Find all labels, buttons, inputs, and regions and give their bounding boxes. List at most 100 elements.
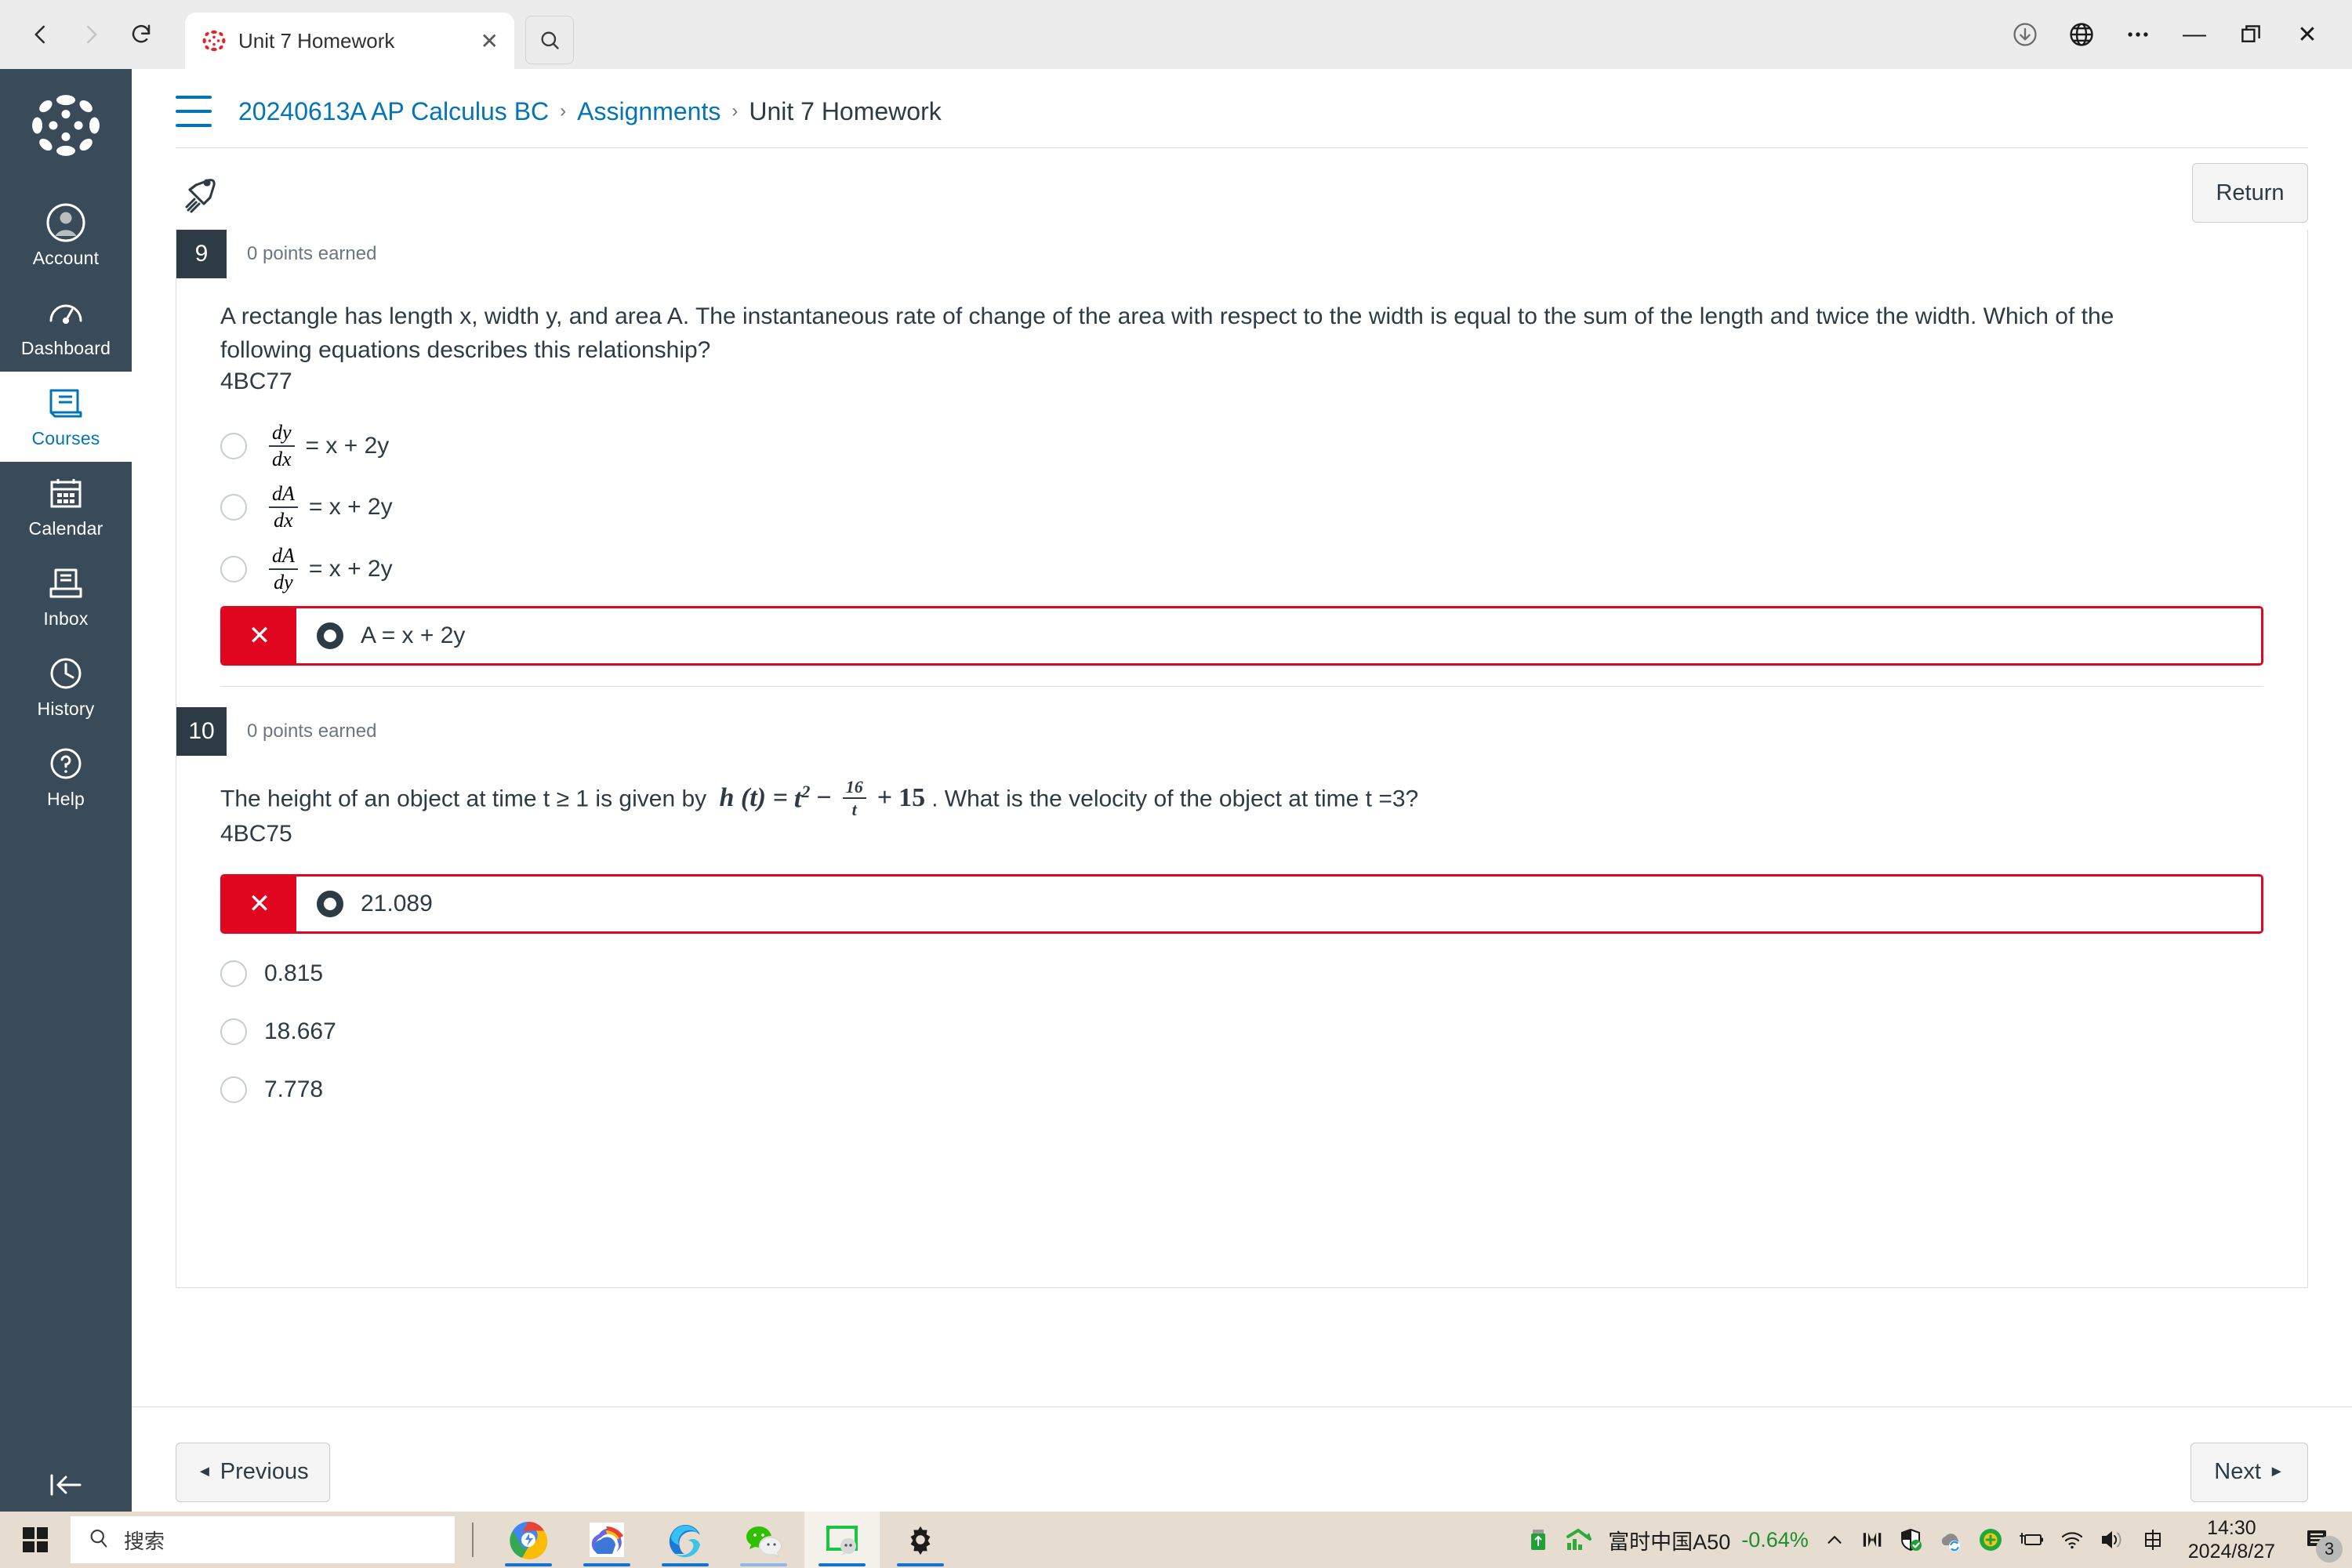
browser-tab[interactable]: Unit 7 Homework ✕ [185, 13, 514, 69]
app-running-indicator [818, 1563, 866, 1566]
radio-button[interactable] [220, 433, 247, 460]
sidebar-item-account[interactable]: Account [0, 191, 132, 281]
page-content: 20240613A AP Calculus BC › Assignments ›… [132, 69, 2352, 1537]
stock-chart-icon [1566, 1524, 1597, 1556]
option-math: dA dy = x + 2y [264, 544, 393, 593]
answer-option[interactable]: dA dx = x + 2y [220, 483, 2263, 532]
usb-drive-icon[interactable] [1525, 1526, 1552, 1553]
hamburger-menu-icon[interactable] [176, 96, 212, 127]
close-button[interactable]: ✕ [2283, 10, 2332, 59]
windows-start-icon[interactable] [0, 1512, 71, 1568]
return-button[interactable]: Return [2192, 163, 2308, 223]
rocket-icon[interactable] [176, 168, 226, 218]
green-safe-icon[interactable] [1978, 1527, 2003, 1552]
reload-button[interactable] [119, 13, 163, 56]
sidebar-item-history[interactable]: History [0, 642, 132, 732]
radio-button[interactable] [220, 555, 247, 583]
sidebar-item-label: Courses [31, 428, 100, 448]
taskbar-search-input[interactable]: 搜索 [71, 1516, 455, 1563]
download-icon[interactable] [2001, 10, 2049, 59]
formula-term-1: t2 [793, 781, 811, 813]
sidebar-item-courses[interactable]: Courses [0, 372, 132, 462]
settings-gear-app-icon[interactable] [883, 1512, 958, 1568]
notification-icon[interactable]: 3 [2297, 1519, 2343, 1563]
clock-time: 14:30 [2207, 1516, 2256, 1539]
security-shield-icon[interactable] [1898, 1527, 1923, 1552]
stock-ticker[interactable]: 富时中国A50 -0.64% [1566, 1524, 1809, 1556]
answer-option-selected-incorrect[interactable]: ✕ 21.089 [220, 874, 2263, 935]
taskbar-app-list [491, 1512, 958, 1568]
option-right-hand-side: = x + 2y [308, 494, 393, 521]
radio-button[interactable] [220, 960, 247, 988]
radio-button[interactable] [220, 494, 247, 521]
sidebar-item-inbox[interactable]: Inbox [0, 552, 132, 642]
onedrive-sync-icon[interactable] [1937, 1527, 1964, 1552]
minimize-button[interactable]: — [2170, 10, 2219, 59]
question-block: 9 0 points earned A rectangle has length… [176, 230, 2307, 666]
window-controls: — ✕ [2001, 10, 2352, 59]
radio-button[interactable] [220, 1018, 247, 1046]
weather-app-icon[interactable] [569, 1512, 644, 1568]
answer-option[interactable]: dA dy = x + 2y [220, 544, 2263, 593]
show-hidden-icons-chevron[interactable] [1823, 1528, 1846, 1552]
answer-options: dy dx = x + 2y dA dx = x + 2y dA dy = x … [220, 422, 2263, 666]
globe-icon[interactable] [2057, 10, 2106, 59]
previous-label: Previous [220, 1459, 309, 1484]
volume-icon[interactable] [2099, 1528, 2125, 1552]
next-button[interactable]: Next ► [2190, 1442, 2308, 1502]
app-running-indicator [662, 1563, 709, 1566]
tab-close-icon[interactable]: ✕ [481, 28, 499, 54]
sidebar-item-calendar[interactable]: Calendar [0, 462, 132, 552]
fraction-numerator: dA [269, 483, 298, 509]
more-options-icon[interactable] [2114, 10, 2162, 59]
answer-option[interactable]: 0.815 [220, 951, 2263, 996]
edge-app-icon[interactable] [648, 1512, 723, 1568]
system-tray: 富时中国A50 -0.64% 14:30 2024/8/27 3 [1525, 1516, 2352, 1564]
answer-option[interactable]: dy dx = x + 2y [220, 422, 2263, 470]
back-button[interactable] [19, 13, 63, 56]
monitor-icon[interactable] [1860, 1528, 1884, 1552]
battery-charging-icon[interactable] [2017, 1528, 2045, 1552]
sidebar-item-help[interactable]: Help [0, 732, 132, 822]
windows-taskbar: 搜索 富时中国A50 -0.64% 14:30 2024/8/27 3 [0, 1512, 2352, 1568]
taskbar-clock[interactable]: 14:30 2024/8/27 [2180, 1516, 2283, 1564]
sidebar-item-dashboard[interactable]: Dashboard [0, 281, 132, 372]
answer-options: ✕ 21.089 0.815 18.667 7.778 [220, 874, 2263, 1112]
breadcrumb-separator: › [731, 100, 739, 122]
notification-count-badge: 3 [2316, 1536, 2343, 1563]
clock-history-icon [45, 653, 86, 694]
selected-answer-body: A = x + 2y [296, 608, 2261, 663]
question-divider [220, 685, 2263, 687]
question-code: 4BC75 [220, 821, 292, 848]
answer-option-selected-incorrect[interactable]: ✕ A = x + 2y [220, 605, 2263, 666]
previous-button[interactable]: ◄ Previous [176, 1442, 330, 1502]
collapse-left-icon[interactable] [34, 1460, 97, 1510]
radio-button-selected[interactable] [317, 622, 343, 649]
breadcrumb-assignments-link[interactable]: Assignments [577, 97, 720, 126]
help-question-icon [45, 743, 86, 784]
radio-button[interactable] [220, 1076, 247, 1104]
taskbar-divider [472, 1523, 474, 1557]
fraction: dy dx [269, 422, 295, 470]
canvas-logo[interactable] [28, 88, 103, 163]
courses-book-icon [45, 383, 86, 423]
wechat-app-icon[interactable] [726, 1512, 801, 1568]
breadcrumb-course-link[interactable]: 20240613A AP Calculus BC [238, 97, 549, 126]
restore-window-icon[interactable] [2227, 10, 2275, 59]
wifi-icon[interactable] [2060, 1528, 2085, 1552]
formula-fraction: 16 t [842, 777, 866, 820]
question-block: 10 0 points earned The height of an obje… [176, 706, 2307, 1113]
canvas-global-nav: Account Dashboard Courses Calendar Inbox… [0, 69, 132, 1537]
fraction-denominator: t [851, 800, 857, 820]
answer-option[interactable]: 7.778 [220, 1067, 2263, 1112]
stock-name: 富时中国A50 [1608, 1530, 1731, 1554]
answer-option[interactable]: 18.667 [220, 1009, 2263, 1054]
radio-button-selected[interactable] [317, 891, 343, 918]
ime-language-icon[interactable] [2140, 1526, 2166, 1553]
incorrect-x-icon: ✕ [223, 608, 296, 663]
tab-search-button[interactable] [525, 16, 574, 64]
screen-capture-app-icon[interactable] [804, 1512, 880, 1568]
chrome-app-icon[interactable] [491, 1512, 566, 1568]
sidebar-item-label: Account [32, 248, 100, 268]
fraction: dA dx [269, 483, 298, 532]
